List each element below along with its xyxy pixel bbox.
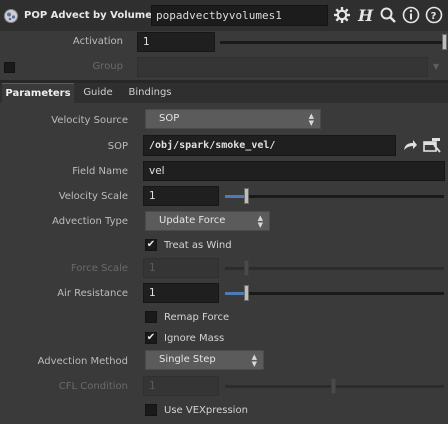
group-dropdown-icon[interactable]: ▼ bbox=[433, 62, 439, 71]
menu-arrows-icon: ▲ ▼ bbox=[251, 353, 257, 368]
menu-arrows-icon: ▲ ▼ bbox=[257, 214, 263, 229]
use-vexpression-checkbox[interactable] bbox=[145, 404, 157, 416]
advection-method-label: Advection Method bbox=[37, 356, 128, 367]
tab-bindings[interactable]: Bindings bbox=[122, 83, 178, 103]
help-icon[interactable]: ? bbox=[425, 6, 443, 24]
jump-to-operator-icon[interactable] bbox=[402, 139, 418, 153]
air-resistance-label: Air Resistance bbox=[57, 288, 128, 299]
velocity-source-value: SOP bbox=[159, 113, 180, 124]
activation-field[interactable]: 1 bbox=[137, 32, 215, 52]
activation-label: Activation bbox=[72, 36, 123, 47]
sop-path-field[interactable]: /obj/spark/smoke_vel/ bbox=[143, 135, 396, 156]
force-scale-field[interactable]: 1 bbox=[143, 258, 219, 278]
group-label: Group bbox=[92, 61, 123, 72]
use-vexpression-label: Use VEXpression bbox=[164, 405, 248, 416]
svg-text:?: ? bbox=[431, 11, 437, 22]
velocity-source-label: Velocity Source bbox=[51, 115, 128, 126]
advection-method-value: Single Step bbox=[159, 354, 216, 365]
tab-guide[interactable]: Guide bbox=[76, 83, 120, 103]
advection-type-value: Update Force bbox=[159, 215, 226, 226]
activation-slider-handle[interactable] bbox=[442, 34, 447, 50]
help-h-icon[interactable]: H bbox=[356, 6, 374, 24]
field-name-field[interactable]: vel bbox=[143, 161, 445, 181]
ignore-mass-checkbox[interactable]: ✔ bbox=[145, 332, 157, 344]
ignore-mass-label: Ignore Mass bbox=[164, 333, 225, 344]
group-toggle-checkbox[interactable] bbox=[4, 62, 15, 73]
node-type-label: POP Advect by Volumes bbox=[24, 10, 158, 21]
advection-type-menu[interactable]: Update Force ▲ ▼ bbox=[145, 211, 270, 231]
force-scale-label: Force Scale bbox=[70, 263, 128, 274]
velocity-scale-field[interactable]: 1 bbox=[143, 186, 219, 206]
field-name-label: Field Name bbox=[72, 166, 128, 177]
activation-slider-track[interactable] bbox=[220, 41, 444, 44]
air-resistance-slider-handle[interactable] bbox=[244, 285, 249, 301]
node-type-icon bbox=[4, 9, 18, 23]
remap-force-checkbox[interactable] bbox=[145, 311, 157, 323]
tab-parameters[interactable]: Parameters bbox=[2, 83, 74, 103]
node-name-field[interactable]: popadvectbyvolumes1 bbox=[151, 5, 328, 26]
cfl-condition-slider-handle[interactable] bbox=[331, 378, 336, 394]
cfl-condition-field[interactable]: 1 bbox=[143, 376, 219, 396]
menu-arrows-icon: ▲ ▼ bbox=[308, 112, 314, 127]
info-icon[interactable] bbox=[402, 6, 420, 24]
gear-icon[interactable] bbox=[333, 6, 351, 24]
search-icon[interactable] bbox=[379, 6, 397, 24]
cfl-condition-label: CFL Condition bbox=[58, 381, 128, 392]
air-resistance-slider-track[interactable] bbox=[225, 292, 444, 295]
velocity-scale-label: Velocity Scale bbox=[58, 191, 128, 202]
advection-type-label: Advection Type bbox=[52, 216, 128, 227]
group-field[interactable] bbox=[137, 57, 428, 77]
velocity-scale-slider-track[interactable] bbox=[225, 195, 444, 198]
remap-force-label: Remap Force bbox=[164, 312, 230, 323]
force-scale-slider-handle[interactable] bbox=[244, 260, 249, 276]
treat-as-wind-label: Treat as Wind bbox=[164, 240, 232, 251]
advection-method-menu[interactable]: Single Step ▲ ▼ bbox=[145, 350, 264, 370]
sop-label: SOP bbox=[107, 141, 128, 152]
treat-as-wind-checkbox[interactable]: ✔ bbox=[145, 239, 157, 251]
velocity-scale-slider-fill bbox=[225, 195, 245, 198]
air-resistance-slider-fill bbox=[225, 292, 245, 295]
operator-chooser-icon[interactable] bbox=[423, 138, 441, 154]
svg-text:H: H bbox=[357, 6, 374, 24]
velocity-scale-slider-handle[interactable] bbox=[244, 188, 249, 204]
velocity-source-menu[interactable]: SOP ▲ ▼ bbox=[145, 109, 321, 129]
force-scale-slider-track[interactable] bbox=[225, 267, 444, 270]
air-resistance-field[interactable]: 1 bbox=[143, 283, 219, 303]
